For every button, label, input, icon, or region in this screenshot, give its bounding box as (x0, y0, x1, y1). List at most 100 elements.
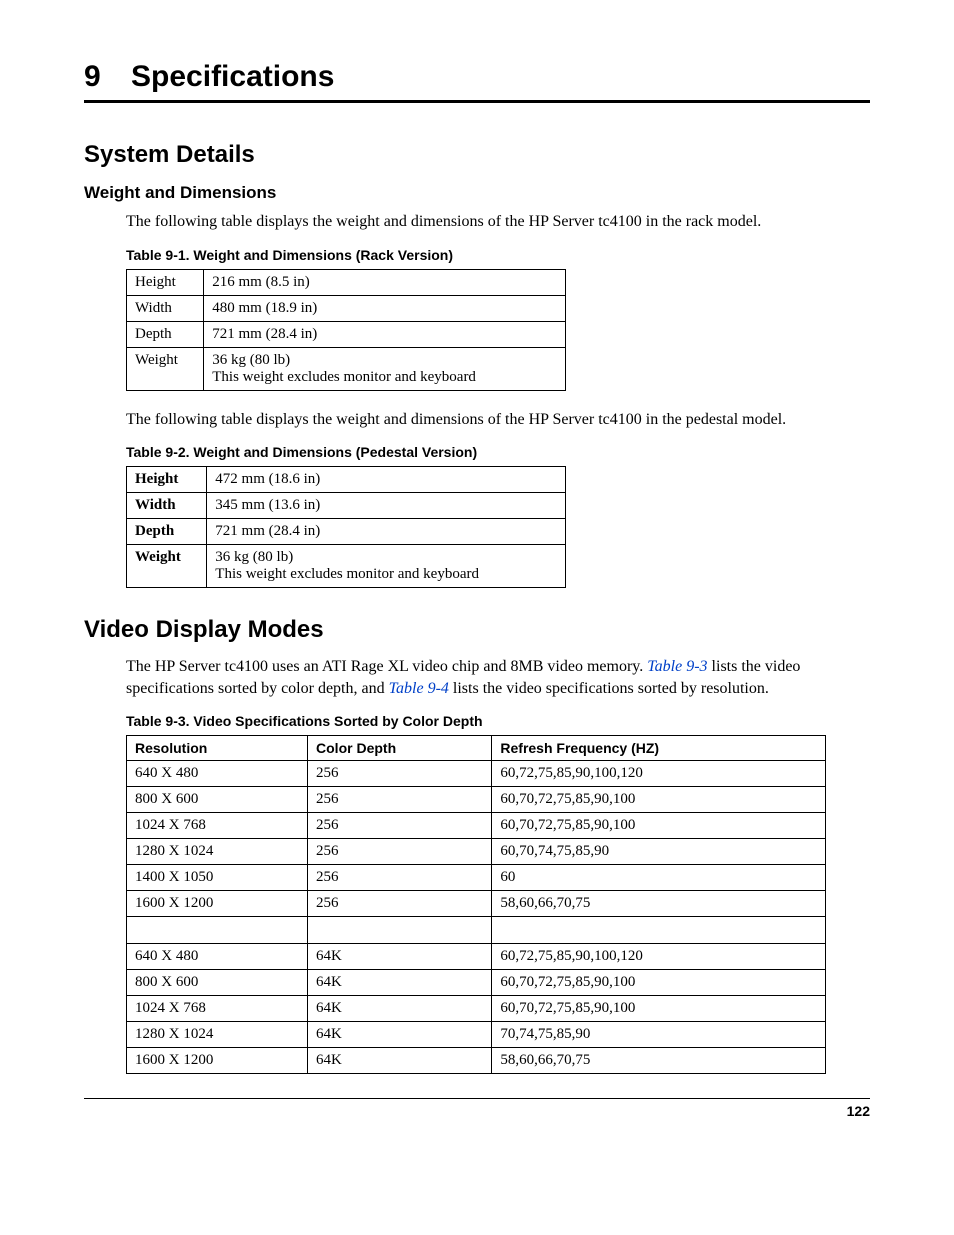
col-refresh-hz: Refresh Frequency (HZ) (492, 736, 826, 761)
cell-depth: 256 (308, 787, 492, 813)
cell-label: Height (127, 467, 207, 493)
cell-res: 640 X 480 (127, 761, 308, 787)
cell-hz: 60 (492, 865, 826, 891)
cell-depth: 256 (308, 865, 492, 891)
table-row: Depth 721 mm (28.4 in) (127, 519, 566, 545)
table-9-2-caption: Table 9-2. Weight and Dimensions (Pedest… (126, 444, 870, 460)
cell-res: 640 X 480 (127, 944, 308, 970)
cell-label: Weight (127, 347, 204, 390)
table-row: 1024 X 768 256 60,70,72,75,85,90,100 (127, 813, 826, 839)
cell-hz: 60,70,74,75,85,90 (492, 839, 826, 865)
cell-res: 1600 X 1200 (127, 891, 308, 917)
subsection-weight-dimensions: Weight and Dimensions (84, 183, 870, 203)
table-row: Height 216 mm (8.5 in) (127, 269, 566, 295)
cell-depth: 64K (308, 944, 492, 970)
para-rack-intro: The following table displays the weight … (126, 211, 870, 233)
table-row: 1600 X 1200 64K 58,60,66,70,75 (127, 1048, 826, 1074)
table-9-1-caption: Table 9-1. Weight and Dimensions (Rack V… (126, 247, 870, 263)
table-9-3-caption: Table 9-3. Video Specifications Sorted b… (126, 713, 870, 729)
table-row: Width 345 mm (13.6 in) (127, 493, 566, 519)
table-row: 800 X 600 64K 60,70,72,75,85,90,100 (127, 970, 826, 996)
cell-value: 721 mm (28.4 in) (204, 321, 566, 347)
para-video-intro: The HP Server tc4100 uses an ATI Rage XL… (126, 656, 870, 699)
table-9-2: Height 472 mm (18.6 in) Width 345 mm (13… (126, 466, 566, 588)
cell-res: 1400 X 1050 (127, 865, 308, 891)
blank-cell (492, 917, 826, 944)
table-row: 1400 X 1050 256 60 (127, 865, 826, 891)
cell-res: 1280 X 1024 (127, 1022, 308, 1048)
table-row: 640 X 480 64K 60,72,75,85,90,100,120 (127, 944, 826, 970)
table-row: Depth 721 mm (28.4 in) (127, 321, 566, 347)
table-row: 1280 X 1024 64K 70,74,75,85,90 (127, 1022, 826, 1048)
cell-label: Width (127, 493, 207, 519)
section-video-display-modes: Video Display Modes (84, 616, 870, 644)
table-row: Height 472 mm (18.6 in) (127, 467, 566, 493)
cell-depth: 64K (308, 1048, 492, 1074)
cell-res: 1600 X 1200 (127, 1048, 308, 1074)
link-table-9-3[interactable]: Table 9-3 (647, 658, 707, 675)
col-resolution: Resolution (127, 736, 308, 761)
table-row: 1024 X 768 64K 60,70,72,75,85,90,100 (127, 996, 826, 1022)
text-seg: lists the video specifications sorted by… (453, 680, 769, 697)
table-9-1: Height 216 mm (8.5 in) Width 480 mm (18.… (126, 269, 566, 391)
cell-res: 1280 X 1024 (127, 839, 308, 865)
cell-res: 1024 X 768 (127, 813, 308, 839)
cell-label: Depth (127, 519, 207, 545)
table-row: Weight 36 kg (80 lb) This weight exclude… (127, 545, 566, 588)
chapter-number: 9 (84, 60, 101, 93)
table-row: Weight 36 kg (80 lb) This weight exclude… (127, 347, 566, 390)
table-row-blank (127, 917, 826, 944)
cell-value: 36 kg (80 lb) This weight excludes monit… (207, 545, 566, 588)
cell-value: 472 mm (18.6 in) (207, 467, 566, 493)
cell-value: 480 mm (18.9 in) (204, 295, 566, 321)
cell-hz: 60,70,72,75,85,90,100 (492, 970, 826, 996)
cell-depth: 256 (308, 891, 492, 917)
cell-hz: 58,60,66,70,75 (492, 891, 826, 917)
link-table-9-4[interactable]: Table 9-4 (389, 680, 449, 697)
table-header-row: Resolution Color Depth Refresh Frequency… (127, 736, 826, 761)
cell-hz: 58,60,66,70,75 (492, 1048, 826, 1074)
cell-res: 800 X 600 (127, 787, 308, 813)
cell-value: 721 mm (28.4 in) (207, 519, 566, 545)
cell-value: 216 mm (8.5 in) (204, 269, 566, 295)
weight-value: 36 kg (80 lb) (212, 352, 290, 368)
cell-depth: 64K (308, 1022, 492, 1048)
cell-depth: 256 (308, 761, 492, 787)
cell-res: 1024 X 768 (127, 996, 308, 1022)
table-9-3: Resolution Color Depth Refresh Frequency… (126, 735, 826, 1074)
cell-res: 800 X 600 (127, 970, 308, 996)
cell-hz: 70,74,75,85,90 (492, 1022, 826, 1048)
cell-hz: 60,70,72,75,85,90,100 (492, 813, 826, 839)
cell-hz: 60,72,75,85,90,100,120 (492, 761, 826, 787)
text-seg: The HP Server tc4100 uses an ATI Rage XL… (126, 658, 647, 675)
cell-depth: 256 (308, 839, 492, 865)
cell-value: 345 mm (13.6 in) (207, 493, 566, 519)
cell-label: Width (127, 295, 204, 321)
cell-label: Height (127, 269, 204, 295)
weight-note: This weight excludes monitor and keyboar… (215, 566, 479, 582)
section-system-details: System Details (84, 141, 870, 169)
blank-cell (127, 917, 308, 944)
chapter-heading: 9 Specifications (84, 60, 870, 103)
cell-value: 36 kg (80 lb) This weight excludes monit… (204, 347, 566, 390)
weight-value: 36 kg (80 lb) (215, 549, 293, 565)
para-pedestal-intro: The following table displays the weight … (126, 409, 870, 431)
weight-note: This weight excludes monitor and keyboar… (212, 369, 476, 385)
table-row: 1600 X 1200 256 58,60,66,70,75 (127, 891, 826, 917)
table-row: Width 480 mm (18.9 in) (127, 295, 566, 321)
table-row: 1280 X 1024 256 60,70,74,75,85,90 (127, 839, 826, 865)
table-row: 640 X 480 256 60,72,75,85,90,100,120 (127, 761, 826, 787)
col-color-depth: Color Depth (308, 736, 492, 761)
cell-hz: 60,70,72,75,85,90,100 (492, 996, 826, 1022)
page-footer: 122 (84, 1098, 870, 1119)
cell-hz: 60,70,72,75,85,90,100 (492, 787, 826, 813)
cell-label: Depth (127, 321, 204, 347)
chapter-title: Specifications (131, 60, 334, 93)
cell-hz: 60,72,75,85,90,100,120 (492, 944, 826, 970)
page-number: 122 (847, 1103, 870, 1119)
blank-cell (308, 917, 492, 944)
cell-depth: 256 (308, 813, 492, 839)
cell-label: Weight (127, 545, 207, 588)
table-row: 800 X 600 256 60,70,72,75,85,90,100 (127, 787, 826, 813)
cell-depth: 64K (308, 996, 492, 1022)
